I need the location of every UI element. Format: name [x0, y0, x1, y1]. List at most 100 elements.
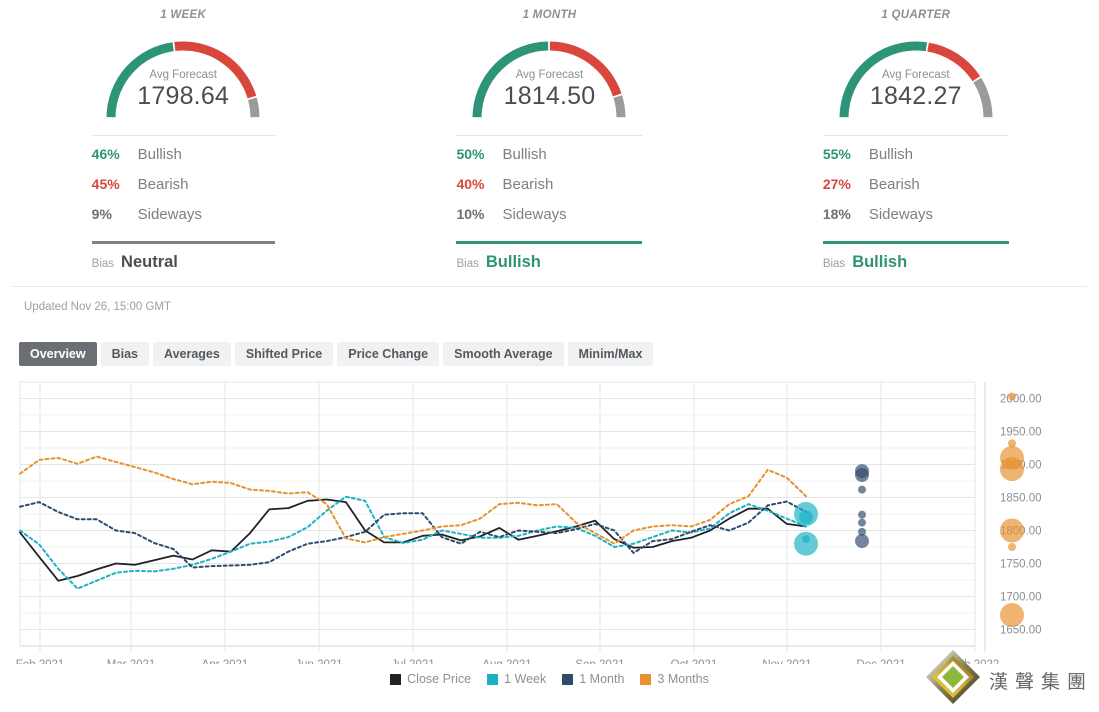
- bias-row: Bias Bullish: [456, 244, 642, 272]
- stat-percent: 46%: [92, 146, 138, 162]
- forecast-bubble[interactable]: [858, 511, 866, 519]
- tab-smooth-average[interactable]: Smooth Average: [443, 342, 563, 366]
- gauge-1-quarter: Avg Forecast 1842.27: [833, 30, 999, 122]
- legend-swatch-3-months: [640, 674, 651, 685]
- forecast-bubble[interactable]: [1008, 393, 1016, 401]
- y-axis-tick-label: 1950.00: [1000, 427, 1042, 439]
- gauge-arc-svg: [100, 30, 266, 122]
- tab-averages[interactable]: Averages: [153, 342, 231, 366]
- forecast-bubble[interactable]: [858, 519, 866, 527]
- bias-row: Bias Neutral: [92, 244, 275, 272]
- bias-label: Bias: [823, 258, 845, 270]
- gauge-segment: [618, 97, 621, 118]
- stat-percent: 9%: [92, 206, 138, 222]
- chart-canvas: 1650.001700.001750.001800.001850.001900.…: [0, 374, 1099, 664]
- sentiment-stats: 46% Bullish 45% Bearish 9% Sideways Bias…: [92, 135, 275, 272]
- x-axis-tick-label: Feb 2022: [951, 659, 1000, 664]
- x-axis-tick-label: Jul 2021: [391, 659, 434, 664]
- x-axis-tick-label: Jun 2021: [295, 659, 342, 664]
- x-axis-tick-label: Nov 2021: [762, 659, 811, 664]
- stat-row-sideways: 9% Sideways: [92, 206, 275, 236]
- tab-shifted-price[interactable]: Shifted Price: [235, 342, 333, 366]
- stat-percent: 45%: [92, 176, 138, 192]
- stat-row-sideways: 18% Sideways: [823, 206, 1009, 236]
- stat-label: Sideways: [502, 206, 566, 223]
- bias-value: Bullish: [852, 253, 907, 272]
- stat-row-bearish: 45% Bearish: [92, 176, 275, 206]
- forecast-panel-1-quarter: 1 QUARTER Avg Forecast 1842.27 55% Bulli…: [733, 0, 1099, 286]
- gauge-arc-svg: [466, 30, 632, 122]
- updated-timestamp: Updated Nov 26, 15:00 GMT: [0, 287, 1099, 313]
- stat-row-bearish: 40% Bearish: [456, 176, 642, 206]
- stat-percent: 10%: [456, 206, 502, 222]
- legend-swatch-close-price: [390, 674, 401, 685]
- x-axis-tick-label: Feb 2021: [16, 659, 65, 664]
- stat-label: Bearish: [138, 176, 189, 193]
- stat-percent: 18%: [823, 206, 869, 222]
- tab-overview[interactable]: Overview: [19, 342, 97, 366]
- forecast-bubble[interactable]: [799, 510, 813, 524]
- tab-minim-max[interactable]: Minim/Max: [568, 342, 654, 366]
- forecast-bubble[interactable]: [858, 486, 866, 494]
- y-axis-tick-label: 1700.00: [1000, 592, 1042, 604]
- legend-swatch-1-week: [487, 674, 498, 685]
- forecast-bubble[interactable]: [1000, 519, 1024, 543]
- y-axis-tick-label: 1850.00: [1000, 493, 1042, 505]
- stat-percent: 55%: [823, 146, 869, 162]
- x-axis-tick-label: Oct 2021: [671, 659, 718, 664]
- stat-label: Bearish: [502, 176, 553, 193]
- forecast-bubble[interactable]: [855, 534, 869, 548]
- stat-percent: 27%: [823, 176, 869, 192]
- x-axis-tick-label: Dec 2021: [856, 659, 905, 664]
- forecast-chart[interactable]: 1650.001700.001750.001800.001850.001900.…: [0, 374, 1099, 694]
- forecast-panel-1-month: 1 MONTH Avg Forecast 1814.50 50% Bullish…: [366, 0, 732, 286]
- gauge-segment: [550, 46, 617, 95]
- forecast-panel-1-week: 1 WEEK Avg Forecast 1798.64 46% Bullish …: [0, 0, 366, 286]
- panel-title: 1 QUARTER: [733, 9, 1099, 21]
- y-axis-tick-label: 1650.00: [1000, 625, 1042, 637]
- sentiment-stats: 50% Bullish 40% Bearish 10% Sideways Bia…: [456, 135, 642, 272]
- legend-item-close-price[interactable]: Close Price: [390, 672, 471, 686]
- bias-label: Bias: [456, 258, 478, 270]
- forecast-bubble[interactable]: [1000, 603, 1024, 627]
- panel-title: 1 MONTH: [366, 9, 732, 21]
- stat-row-bearish: 27% Bearish: [823, 176, 1009, 206]
- stat-row-bullish: 55% Bullish: [823, 146, 1009, 176]
- legend-label: Close Price: [407, 672, 471, 686]
- legend-swatch-1-month: [562, 674, 573, 685]
- y-axis-tick-label: 1750.00: [1000, 559, 1042, 571]
- legend-item-3-months[interactable]: 3 Months: [640, 672, 708, 686]
- stat-label: Bullish: [869, 146, 913, 163]
- stat-row-bullish: 46% Bullish: [92, 146, 275, 176]
- gauge-segment: [253, 99, 256, 117]
- x-axis-tick-label: Mar 2021: [107, 659, 156, 664]
- tab-price-change[interactable]: Price Change: [337, 342, 439, 366]
- stat-label: Bullish: [502, 146, 546, 163]
- chart-legend: Close Price 1 Week 1 Month 3 Months: [0, 672, 1099, 686]
- forecast-bubble[interactable]: [1000, 457, 1024, 481]
- forecast-bubble[interactable]: [1008, 543, 1016, 551]
- gauge-1-week: Avg Forecast 1798.64: [100, 30, 266, 122]
- bias-label: Bias: [92, 258, 114, 270]
- bias-value: Neutral: [121, 253, 178, 272]
- stat-percent: 50%: [456, 146, 502, 162]
- forecast-bubble[interactable]: [802, 535, 810, 543]
- x-axis-tick-label: Apr 2021: [202, 659, 249, 664]
- gauge-segment: [111, 47, 173, 117]
- tab-bias[interactable]: Bias: [101, 342, 149, 366]
- stat-label: Bearish: [869, 176, 920, 193]
- gauge-1-month: Avg Forecast 1814.50: [466, 30, 632, 122]
- chart-tab-bar: Overview Bias Averages Shifted Price Pri…: [0, 313, 1099, 366]
- gauge-segment: [844, 46, 926, 117]
- legend-item-1-month[interactable]: 1 Month: [562, 672, 624, 686]
- gauge-segment: [175, 46, 252, 97]
- forecast-bubble[interactable]: [855, 468, 869, 482]
- stat-label: Bullish: [138, 146, 182, 163]
- stat-row-sideways: 10% Sideways: [456, 206, 642, 236]
- legend-item-1-week[interactable]: 1 Week: [487, 672, 546, 686]
- stat-label: Sideways: [138, 206, 202, 223]
- gauge-arc-svg: [833, 30, 999, 122]
- legend-label: 3 Months: [657, 672, 708, 686]
- stat-row-bullish: 50% Bullish: [456, 146, 642, 176]
- bias-value: Bullish: [486, 253, 541, 272]
